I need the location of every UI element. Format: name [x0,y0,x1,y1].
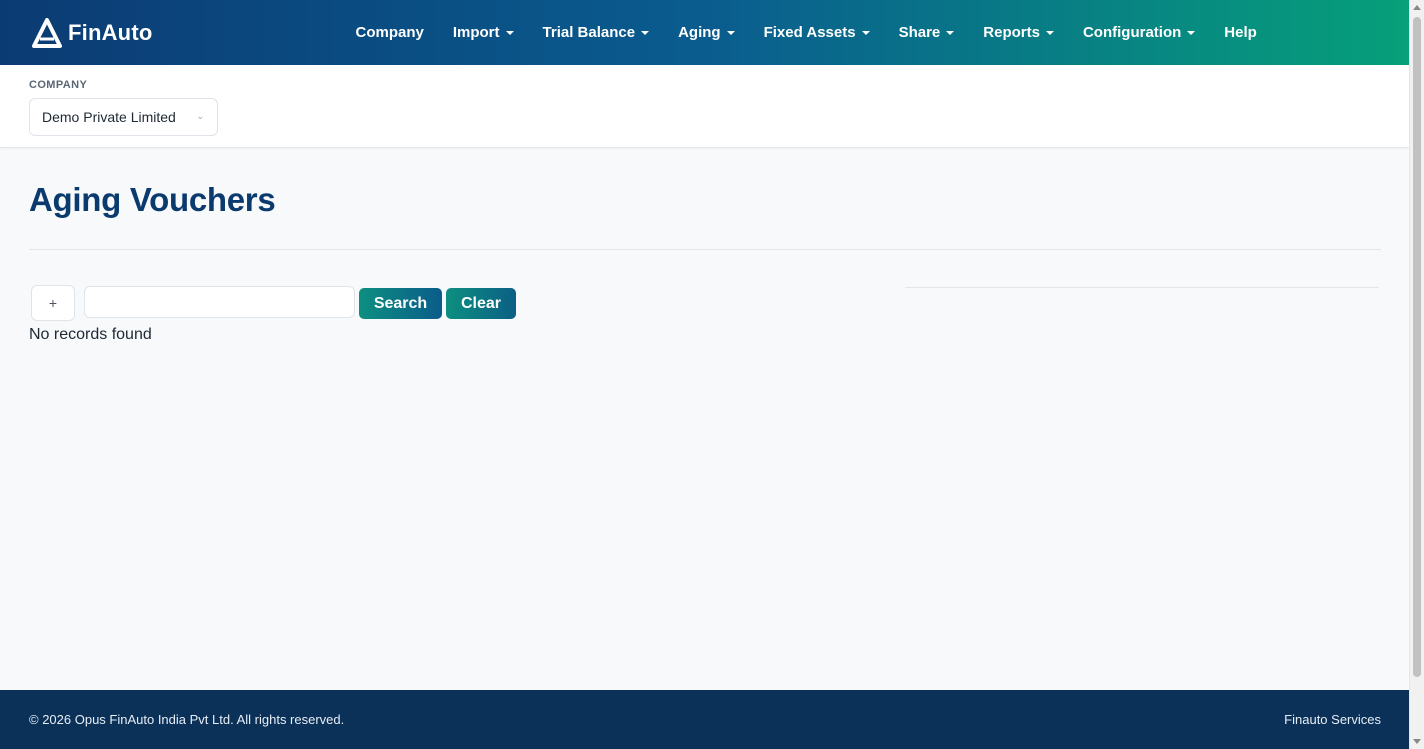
nav-help[interactable]: Help [1210,24,1272,41]
caret-down-icon [1187,31,1196,35]
scroll-down-arrow-icon[interactable] [1413,739,1421,744]
vertical-scrollbar[interactable] [1409,0,1424,749]
company-select-value: Demo Private Limited [42,109,176,125]
nav-help-label: Help [1224,24,1257,41]
nav-aging[interactable]: Aging [664,24,750,41]
add-button[interactable]: + [31,285,75,321]
top-navbar: FinAuto Company Import Trial Balance Agi… [0,0,1409,65]
nav-company[interactable]: Company [341,24,438,41]
company-label: COMPANY [29,79,88,91]
nav-configuration-label: Configuration [1082,24,1182,41]
scroll-up-arrow-icon[interactable] [1413,5,1421,10]
footer-services-link[interactable]: Finauto Services [1284,712,1381,727]
nav-import[interactable]: Import [438,24,528,41]
divider [29,249,1381,250]
plus-icon: + [48,295,58,311]
nav-import-label: Import [452,24,500,41]
company-selector-bar: COMPANY Demo Private Limited ⌄ [0,65,1409,148]
nav-reports-label: Reports [983,24,1040,41]
chevron-down-icon: ⌄ [196,111,204,121]
caret-down-icon [726,31,735,35]
search-button[interactable]: Search [359,288,442,319]
brand-name: FinAuto [68,19,153,45]
nav-share-label: Share [898,24,941,41]
search-input[interactable] [84,286,355,318]
divider-right [905,287,1379,288]
nav-aging-label: Aging [678,24,721,41]
caret-down-icon [861,31,870,35]
page-title: Aging Vouchers [29,181,276,218]
finauto-logo-icon [32,17,62,48]
nav-company-label: Company [355,24,424,41]
nav-trial-balance-label: Trial Balance [542,24,636,41]
footer: © 2026 Opus FinAuto India Pvt Ltd. All r… [0,690,1409,749]
main-nav: Company Import Trial Balance Aging Fixed… [341,0,1271,65]
empty-state-text: No records found [29,326,152,343]
caret-down-icon [641,31,650,35]
nav-trial-balance[interactable]: Trial Balance [528,24,664,41]
footer-copyright: © 2026 Opus FinAuto India Pvt Ltd. All r… [29,712,345,727]
nav-reports[interactable]: Reports [969,24,1069,41]
caret-down-icon [946,31,955,35]
brand-logo[interactable]: FinAuto [32,16,152,49]
nav-fixed-assets-label: Fixed Assets [763,24,856,41]
clear-button[interactable]: Clear [446,288,516,319]
caret-down-icon [1045,31,1054,35]
nav-configuration[interactable]: Configuration [1068,24,1209,41]
nav-share[interactable]: Share [884,24,969,41]
nav-fixed-assets[interactable]: Fixed Assets [749,24,884,41]
company-select[interactable]: Demo Private Limited ⌄ [29,98,218,136]
caret-down-icon [505,31,514,35]
scrollbar-thumb[interactable] [1413,17,1421,677]
